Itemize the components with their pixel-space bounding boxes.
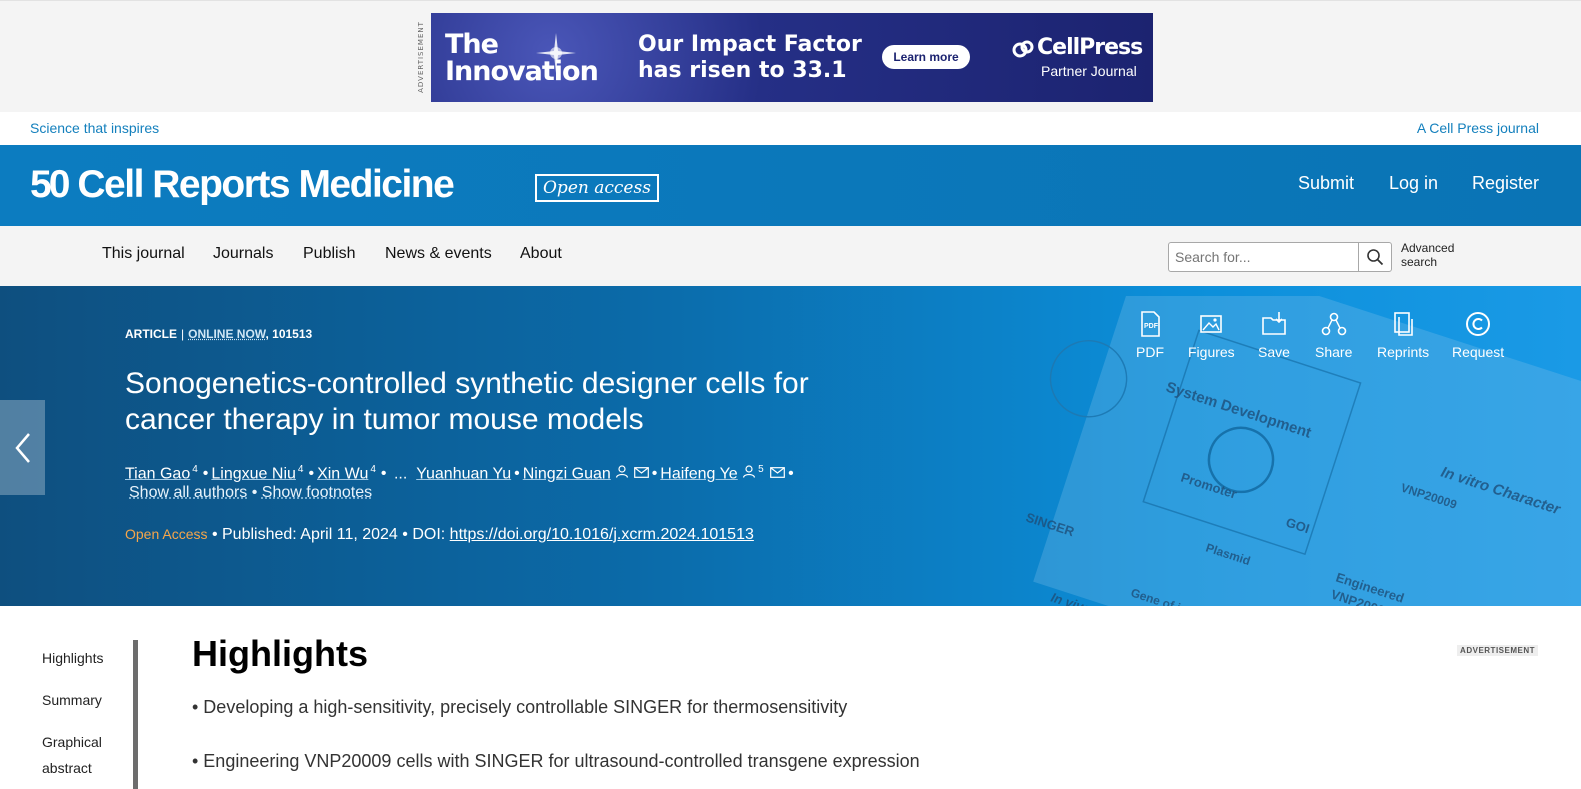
advanced-search-link[interactable]: Advanced search	[1401, 241, 1461, 269]
author-link[interactable]: Yuanhuan Yu	[416, 465, 511, 482]
author-link[interactable]: Xin Wu	[317, 465, 368, 482]
ad-vertical-label: ADVERTISEMENT	[417, 21, 425, 93]
advertisement-label: ADVERTISEMENT	[1457, 645, 1538, 656]
outline-graphical-abstract[interactable]: Graphical abstract	[42, 729, 103, 781]
copyright-icon	[1466, 312, 1491, 336]
copy-document-icon	[1394, 312, 1413, 336]
person-icon	[743, 465, 756, 479]
ad-partner-brand: CellPress	[1037, 35, 1143, 60]
article-outline: Highlights Summary Graphical abstract	[42, 645, 103, 781]
ad-banner[interactable]: The Innovation Our Impact Factor has ris…	[431, 13, 1153, 102]
cell-press-journal-link[interactable]: A Cell Press journal	[1417, 120, 1539, 136]
register-link[interactable]: Register	[1472, 173, 1539, 194]
ad-partner-sub: Partner Journal	[1041, 63, 1137, 79]
share-icon	[1321, 312, 1346, 336]
cellpress-link-icon	[1012, 40, 1034, 58]
doi-label: DOI:	[412, 526, 446, 543]
nav-publish[interactable]: Publish	[303, 245, 355, 263]
doi-link[interactable]: https://doi.org/10.1016/j.xcrm.2024.1015…	[450, 526, 754, 543]
author-toggles: Show all authors • Show footnotes	[129, 484, 373, 501]
pdf-tool[interactable]: PDF PDF	[1136, 310, 1164, 360]
share-tool[interactable]: Share	[1315, 310, 1352, 360]
top-ad-strip: ADVERTISEMENT The Innovation Our Impact …	[0, 0, 1581, 112]
search-box	[1168, 242, 1392, 272]
previous-article-button[interactable]	[0, 400, 45, 495]
highlight-item: • Developing a high-sensitivity, precise…	[192, 697, 848, 717]
person-icon	[616, 465, 629, 479]
authors-ellipsis: ...	[393, 465, 408, 483]
outline-summary[interactable]: Summary	[42, 687, 103, 713]
author-link[interactable]: Ningzi Guan	[523, 465, 611, 482]
outline-scroll-indicator	[133, 640, 138, 789]
tagline-bar: Science that inspires A Cell Press journ…	[0, 112, 1581, 145]
image-icon	[1200, 315, 1223, 333]
chevron-left-icon	[14, 432, 30, 463]
article-meta: ARTICLE | ONLINE NOW, 101513	[125, 327, 313, 341]
article-type: ARTICLE	[125, 327, 177, 341]
search-icon	[1367, 249, 1384, 266]
login-link[interactable]: Log in	[1389, 173, 1438, 194]
publication-info: Open Access • Published: April 11, 2024 …	[125, 526, 754, 543]
article-hero: System Development In vitro Character SI…	[0, 286, 1581, 606]
article-title: Sonogenetics-controlled synthetic design…	[125, 367, 809, 436]
show-all-authors-button[interactable]: Show all authors	[129, 484, 247, 501]
email-icon[interactable]	[770, 467, 786, 479]
author-link[interactable]: Lingxue Niu	[211, 465, 296, 482]
journal-header: 50 Cell Reports Medicine Open access Sub…	[0, 145, 1581, 226]
folder-download-icon	[1262, 312, 1286, 335]
nav-about[interactable]: About	[520, 245, 562, 263]
figures-tool[interactable]: Figures	[1188, 310, 1235, 360]
request-tool[interactable]: Request	[1452, 310, 1504, 360]
reprints-tool[interactable]: Reprints	[1377, 310, 1429, 360]
highlights-heading: Highlights	[192, 633, 368, 674]
open-access-label: Open Access	[125, 526, 208, 542]
outline-highlights[interactable]: Highlights	[42, 645, 103, 671]
science-inspires-link[interactable]: Science that inspires	[30, 120, 159, 136]
show-footnotes-button[interactable]: Show footnotes	[262, 484, 372, 501]
search-button[interactable]	[1358, 243, 1391, 271]
nav-journals[interactable]: Journals	[213, 245, 273, 263]
main-nav: This journal Journals Publish News & eve…	[0, 226, 1581, 286]
highlight-item: • Engineering VNP20009 cells with SINGER…	[192, 751, 920, 771]
svg-text:PDF: PDF	[1144, 323, 1159, 330]
email-icon[interactable]	[633, 467, 649, 479]
ad-headline: Our Impact Factor has risen to 33.1	[638, 32, 862, 83]
open-access-badge: Open access	[535, 174, 659, 202]
online-now-link[interactable]: ONLINE NOW	[188, 327, 265, 341]
article-number: 101513	[272, 327, 313, 341]
submit-link[interactable]: Submit	[1298, 173, 1354, 194]
author-link[interactable]: Tian Gao	[125, 465, 190, 482]
nav-this-journal[interactable]: This journal	[102, 245, 185, 263]
save-tool[interactable]: Save	[1258, 310, 1290, 360]
pdf-icon: PDF	[1141, 311, 1160, 337]
ad-brand-logo: The Innovation	[445, 29, 599, 87]
journal-logo[interactable]: 50 Cell Reports Medicine	[30, 163, 455, 207]
search-input[interactable]	[1169, 243, 1359, 271]
journal-name: Cell Reports Medicine	[77, 163, 454, 206]
learn-more-button[interactable]: Learn more	[882, 45, 970, 69]
author-link[interactable]: Haifeng Ye	[660, 465, 737, 482]
nav-news-events[interactable]: News & events	[385, 245, 492, 263]
published-date: Published: April 11, 2024	[222, 526, 398, 543]
anniversary-logo-mark: 50	[30, 163, 70, 206]
